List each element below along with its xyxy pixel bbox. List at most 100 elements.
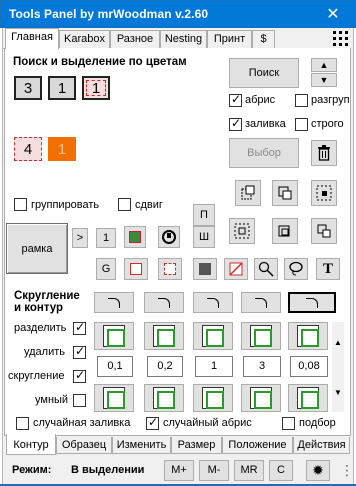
value-input-3[interactable]: 1 xyxy=(195,356,233,377)
smart-checkbox[interactable] xyxy=(73,394,86,407)
swatch-4-dashed[interactable]: 4 xyxy=(14,137,42,161)
search-button[interactable]: Поиск xyxy=(229,58,299,88)
memory-minus-button[interactable]: M- xyxy=(199,460,229,481)
razgroup-checkbox[interactable] xyxy=(295,94,308,107)
red-dashed-rect-icon[interactable] xyxy=(158,258,182,280)
smart-label: умный xyxy=(35,394,69,406)
value-input-1[interactable]: 0,1 xyxy=(97,356,133,377)
swatch-1[interactable]: 1 xyxy=(48,76,76,100)
swatch-1-orange[interactable]: 1 xyxy=(48,137,76,161)
align-center-icon[interactable] xyxy=(229,218,255,244)
value-input-5[interactable]: 0,08 xyxy=(290,356,328,377)
grid-dots-icon[interactable] xyxy=(332,30,350,48)
corner-button-2[interactable] xyxy=(144,292,184,313)
round-checkbox[interactable] xyxy=(73,368,86,383)
shape-icon-r1-2[interactable] xyxy=(144,322,184,350)
scroll-up-icon[interactable]: ▲ xyxy=(332,338,344,348)
align-offset-icon[interactable] xyxy=(311,218,337,244)
green-pattern-icon[interactable] xyxy=(124,226,146,248)
corner-button-1[interactable] xyxy=(94,292,134,313)
tab-izmenit[interactable]: Изменить xyxy=(112,437,171,454)
gear-icon[interactable]: ✹ xyxy=(306,460,330,481)
copy-shape-icon-1[interactable] xyxy=(235,180,261,206)
select-button[interactable]: Выбор xyxy=(229,138,299,168)
one-button[interactable]: 1 xyxy=(96,228,116,248)
shape-icon-r2-3[interactable] xyxy=(193,384,233,412)
delete-checkbox[interactable] xyxy=(73,344,86,359)
abris-label: абрис xyxy=(245,94,276,106)
tab-obrazets[interactable]: Образец xyxy=(56,437,112,454)
memory-plus-button[interactable]: M+ xyxy=(164,460,194,481)
corner-button-3[interactable] xyxy=(193,292,233,313)
selection-label: подбор xyxy=(299,417,336,429)
value-input-2[interactable]: 0,2 xyxy=(147,356,183,377)
shape-icon-r1-4[interactable] xyxy=(241,322,281,350)
tab-deystviya[interactable]: Действия xyxy=(293,437,350,454)
shape-icon-r2-2[interactable] xyxy=(144,384,184,412)
swatch-1-dashed[interactable]: 1 xyxy=(82,76,110,100)
tab-polozhenie[interactable]: Положение xyxy=(222,437,293,454)
abris-checkbox[interactable] xyxy=(229,92,242,107)
close-icon[interactable]: ✕ xyxy=(311,1,355,29)
gray-fill-icon[interactable] xyxy=(193,258,217,280)
g-button[interactable]: G xyxy=(96,258,116,280)
random-fill-checkbox[interactable] xyxy=(16,417,29,430)
split-checkbox[interactable] xyxy=(73,320,86,335)
gt-button[interactable]: > xyxy=(72,228,88,248)
zoom-shape-icon[interactable] xyxy=(254,258,278,280)
scroll-down-icon[interactable]: ▼ xyxy=(332,388,344,398)
tab-print[interactable]: Принт xyxy=(207,30,252,48)
mode-label: Режим: xyxy=(12,464,52,476)
group-checkbox[interactable] xyxy=(14,198,27,211)
resize-grip-icon[interactable]: ⋮ xyxy=(340,462,354,479)
tab-glavnaya[interactable]: Главная xyxy=(5,28,59,49)
corner-button-5[interactable] xyxy=(288,292,336,313)
lock-circle-icon[interactable] xyxy=(158,226,180,248)
p-button[interactable]: П xyxy=(193,204,215,226)
shape-icon-r1-5[interactable] xyxy=(288,322,328,350)
trash-icon[interactable] xyxy=(311,140,337,166)
rounding-heading-1: Скругление xyxy=(14,290,80,302)
arrow-down-icon[interactable]: ▼ xyxy=(311,73,337,87)
tab-nesting[interactable]: Nesting xyxy=(160,30,207,48)
selection-checkbox[interactable] xyxy=(282,417,295,430)
clear-button[interactable]: C xyxy=(269,460,293,481)
tab-kontur[interactable]: Контур xyxy=(6,434,56,455)
shape-icon-r2-4[interactable] xyxy=(241,384,281,412)
tab-raznoe[interactable]: Разное xyxy=(110,30,160,48)
red-rect-icon[interactable] xyxy=(124,258,148,280)
sh-button[interactable]: Ш xyxy=(193,226,215,248)
mode-value: В выделении xyxy=(71,464,145,476)
shape-icon-r1-3[interactable] xyxy=(193,322,233,350)
tab-karabox[interactable]: Karabox xyxy=(59,30,110,48)
copy-shape-icon-2[interactable] xyxy=(272,180,298,206)
group-label: группировать xyxy=(31,199,100,211)
lasso-icon[interactable] xyxy=(284,258,308,280)
frame-button[interactable]: рамка xyxy=(6,223,68,274)
memory-recall-button[interactable]: MR xyxy=(234,460,264,481)
shape-icon-r2-5[interactable] xyxy=(288,384,328,412)
dotted-select-icon[interactable] xyxy=(311,180,337,206)
random-abris-checkbox[interactable] xyxy=(146,415,159,430)
shift-checkbox[interactable] xyxy=(118,198,131,211)
shape-icon-r2-1[interactable] xyxy=(94,384,134,412)
tab-razmer[interactable]: Размер xyxy=(171,437,222,454)
delete-label: удалить xyxy=(24,346,66,358)
vertical-scrollbar[interactable]: ▲ ▼ xyxy=(332,322,344,412)
tab-dollar[interactable]: $ xyxy=(252,30,275,48)
fill-checkbox[interactable] xyxy=(229,116,242,131)
shape-icon-r1-1[interactable] xyxy=(94,322,134,350)
no-fill-icon[interactable] xyxy=(224,258,248,280)
swatch-3[interactable]: 3 xyxy=(14,76,42,100)
rounding-heading-2: и контур xyxy=(14,302,64,314)
shift-label: сдвиг xyxy=(135,199,163,211)
value-input-4[interactable]: 3 xyxy=(243,356,281,377)
random-fill-label: случайная заливка xyxy=(33,417,131,429)
arrow-up-icon[interactable]: ▲ xyxy=(311,58,337,72)
strict-label: строго xyxy=(311,118,344,130)
strict-checkbox[interactable] xyxy=(295,118,308,131)
color-search-heading: Поиск и выделение по цветам xyxy=(13,56,187,68)
align-inner-icon[interactable] xyxy=(272,218,298,244)
text-button[interactable]: T xyxy=(316,258,340,280)
corner-button-4[interactable] xyxy=(241,292,281,313)
